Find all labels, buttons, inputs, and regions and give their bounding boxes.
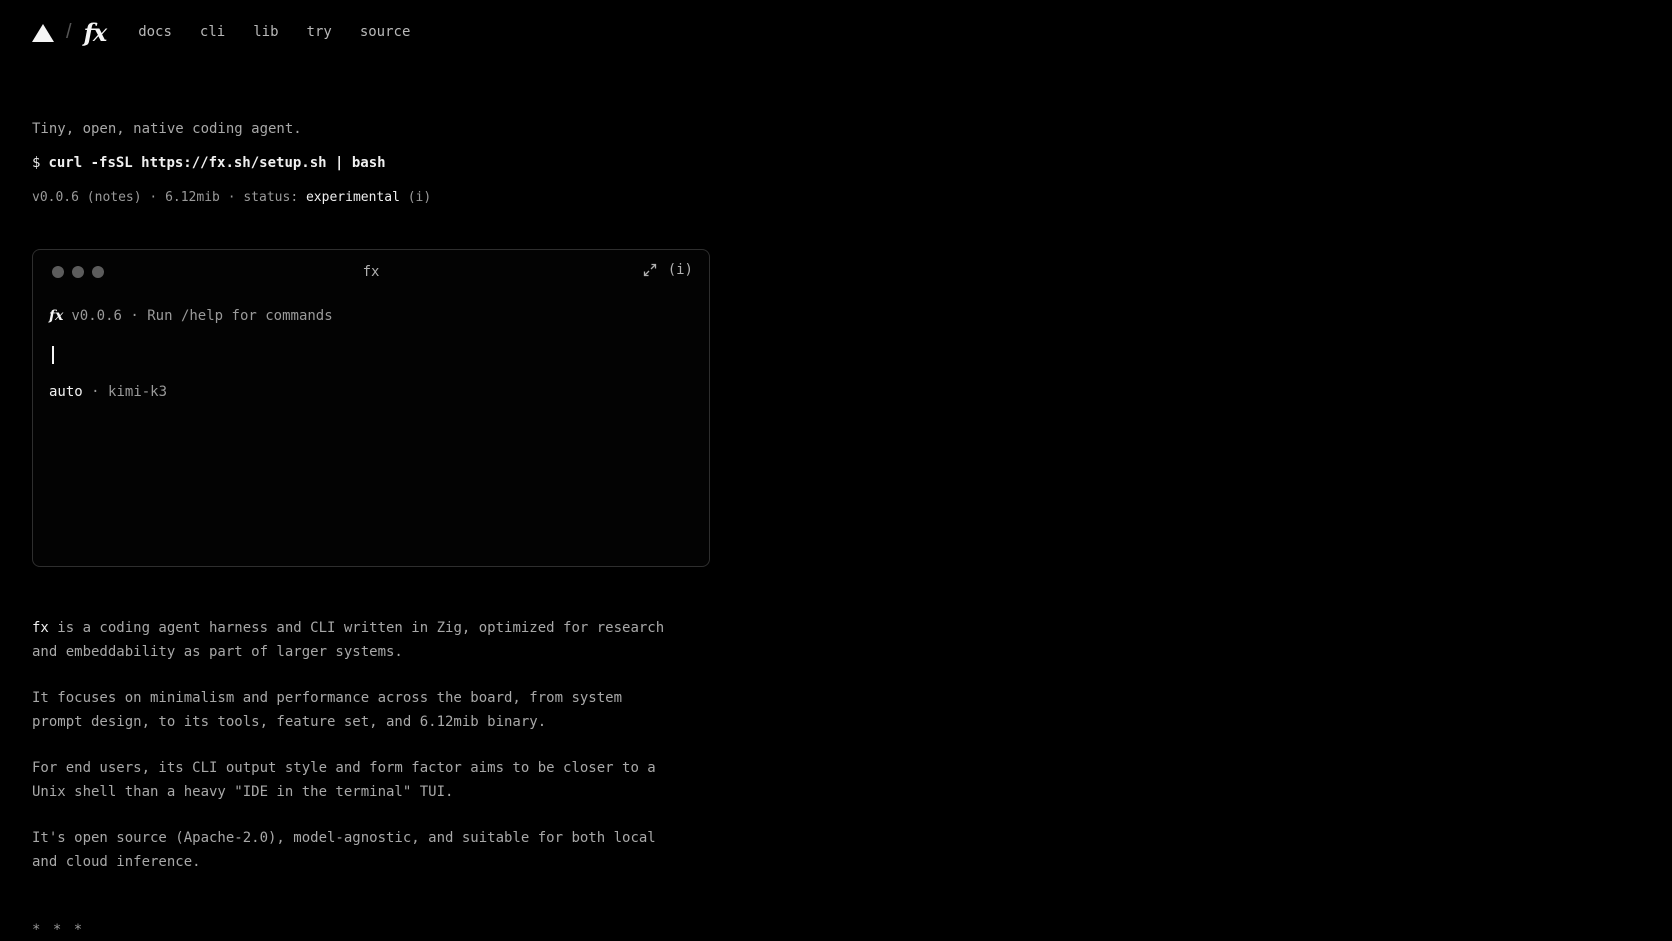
- status-separator: ·: [91, 384, 100, 400]
- nav-link-lib[interactable]: lib: [253, 24, 278, 40]
- fx-name: fx: [32, 620, 49, 636]
- model-label[interactable]: kimi-k3: [108, 384, 167, 400]
- status-label: status:: [243, 190, 299, 205]
- description-paragraph-4: It's open source (Apache-2.0), model-agn…: [32, 830, 656, 870]
- terminal-banner-text: v0.0.6 · Run /help for commands: [71, 308, 333, 324]
- terminal-status: auto · kimi-k3: [49, 384, 167, 400]
- terminal-info-button[interactable]: (i): [668, 262, 693, 278]
- breadcrumb-slash: /: [66, 20, 72, 43]
- meta-separator: ·: [227, 190, 236, 205]
- status-value: experimental: [305, 190, 400, 205]
- shell-prompt: $: [32, 155, 41, 171]
- tagline: Tiny, open, native coding agent.: [32, 121, 302, 137]
- text-cursor[interactable]: [52, 346, 54, 364]
- nav-link-try[interactable]: try: [307, 24, 332, 40]
- triangle-logo-icon[interactable]: [32, 24, 54, 42]
- description-paragraph-2: It focuses on minimalism and performance…: [32, 690, 623, 730]
- description-paragraph-3: For end users, its CLI output style and …: [32, 760, 656, 800]
- install-command-text: curl -fsSL https://fx.sh/setup.sh | bash: [48, 155, 386, 171]
- binary-size: 6.12mib: [165, 190, 220, 205]
- version-label: v0.0.6: [32, 190, 79, 205]
- status-info-button[interactable]: (i): [408, 190, 431, 205]
- fx-mini-logo: fx: [49, 308, 64, 324]
- section-separator: * * *: [32, 922, 85, 938]
- terminal-banner: fx v0.0.6 · Run /help for commands: [49, 308, 333, 324]
- terminal-actions: (i): [642, 262, 693, 278]
- release-meta: v0.0.6 (notes) · 6.12mib · status: exper…: [32, 190, 431, 205]
- terminal-window[interactable]: fx (i) fx v0.0.6 · Run /help for commands…: [32, 249, 710, 567]
- terminal-title: fx: [362, 264, 380, 280]
- meta-separator: ·: [149, 190, 158, 205]
- description-text: is a coding agent harness and CLI writte…: [32, 620, 665, 660]
- nav-link-cli[interactable]: cli: [200, 24, 225, 40]
- nav-link-source[interactable]: source: [360, 24, 411, 40]
- description-paragraph-1: fx is a coding agent harness and CLI wri…: [32, 616, 672, 664]
- mode-label[interactable]: auto: [49, 384, 83, 400]
- install-command[interactable]: $ curl -fsSL https://fx.sh/setup.sh | bas…: [32, 155, 386, 171]
- top-nav: / fx docs cli lib try source: [32, 16, 438, 48]
- expand-icon[interactable]: [642, 262, 658, 278]
- fx-brand-logo[interactable]: fx: [84, 18, 108, 47]
- nav-link-docs[interactable]: docs: [138, 24, 172, 40]
- release-notes-link[interactable]: (notes): [87, 190, 142, 205]
